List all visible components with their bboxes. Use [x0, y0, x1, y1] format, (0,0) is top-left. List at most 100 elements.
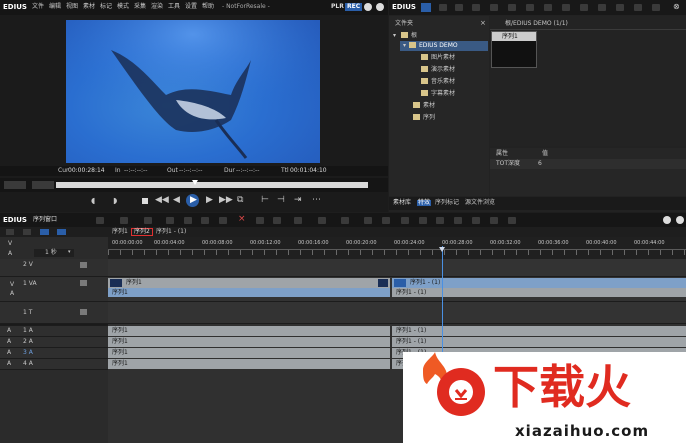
group-icon[interactable] [57, 229, 66, 235]
track-4a[interactable]: A 4 A [0, 359, 108, 370]
stop-icon[interactable] [142, 198, 148, 204]
tab-sequence-1[interactable]: 序列1 [112, 229, 128, 235]
clip-audio-2a-2[interactable]: 序列1 - (1) [392, 337, 686, 347]
mode-icon[interactable] [96, 217, 104, 224]
settings-icon[interactable] [652, 4, 660, 11]
folder-view-icon[interactable] [421, 3, 431, 12]
tab-bin[interactable]: 素材库 [393, 200, 411, 206]
plr-button[interactable]: PLR [331, 4, 344, 10]
track-lane-2v[interactable] [108, 259, 686, 277]
tree-item-demo[interactable]: 演示素材 [431, 67, 455, 73]
menu-settings[interactable]: 设置 [185, 4, 197, 10]
loop-icon[interactable]: ⧉ [237, 196, 243, 205]
track-3a[interactable]: A 3 A [0, 348, 108, 359]
link-icon[interactable] [23, 229, 31, 235]
clip-audio-va[interactable]: 序列1 [108, 288, 390, 297]
layout-icon[interactable] [634, 4, 642, 11]
tab-sequence-2[interactable]: 序列2 [131, 228, 153, 236]
menu-capture[interactable]: 采集 [134, 4, 146, 10]
playhead-marker[interactable] [192, 180, 198, 185]
up-folder-icon[interactable] [439, 4, 447, 11]
clip-audio-3a[interactable]: 序列1 [108, 348, 390, 358]
menu-render[interactable]: 渲染 [151, 4, 163, 10]
tree-item-edius-demo[interactable]: EDIUS DEMO [419, 43, 458, 49]
open-icon[interactable] [120, 217, 128, 224]
overwrite-icon[interactable]: ⊣ [277, 196, 285, 205]
timeline-cursor-head[interactable] [439, 247, 445, 252]
clip-video[interactable]: 序列1 [108, 278, 390, 288]
view-mode-icon[interactable] [472, 4, 480, 11]
close-icon[interactable] [376, 3, 384, 11]
snap-icon[interactable] [6, 229, 14, 235]
position-slider[interactable] [56, 182, 368, 188]
add-clip-icon[interactable] [490, 4, 498, 11]
minimize-icon[interactable] [663, 216, 671, 224]
tree-item-titles[interactable]: 字幕素材 [431, 91, 455, 97]
bin-close-icon[interactable]: ⊗ [673, 3, 680, 11]
batch-icon[interactable] [508, 217, 516, 224]
track-1t[interactable]: 1 T [0, 302, 108, 324]
menu-tools[interactable]: 工具 [168, 4, 180, 10]
delete-icon[interactable] [580, 4, 588, 11]
export-icon[interactable]: ⇥ [294, 196, 302, 205]
track-lane-1t[interactable] [108, 302, 686, 324]
time-ruler[interactable]: 00:00:00:00 00:00:04:00 00:00:08:00 00:0… [108, 237, 686, 259]
audio-icon[interactable] [341, 217, 349, 224]
grid-icon[interactable] [419, 217, 427, 224]
minimize-icon[interactable] [364, 3, 372, 11]
clip-audio-2a[interactable]: 序列1 [108, 337, 390, 347]
layout-icon[interactable] [436, 217, 444, 224]
close-icon[interactable] [676, 216, 684, 224]
save-icon[interactable] [144, 217, 152, 224]
layer-icon[interactable] [472, 217, 480, 224]
menu-view[interactable]: 视图 [66, 4, 78, 10]
clip-audio-1a[interactable]: 序列1 [108, 326, 390, 336]
track-toggle-icon[interactable] [80, 280, 87, 286]
step-back-icon[interactable]: ◀ [173, 196, 180, 205]
menu-mode[interactable]: 模式 [117, 4, 129, 10]
menu-clip[interactable]: 素材 [83, 4, 95, 10]
tab-source-browser[interactable]: 源文件浏览 [465, 200, 495, 206]
tree-item-clips[interactable]: 素材 [423, 103, 435, 109]
tab-seq-markers[interactable]: 序列标记 [435, 200, 459, 206]
track-toggle-icon[interactable] [80, 309, 87, 315]
clip-audio-4a[interactable]: 序列1 [108, 359, 390, 369]
menu-file[interactable]: 文件 [32, 4, 44, 10]
redo-icon[interactable] [294, 217, 302, 224]
tree-item-images[interactable]: 图片素材 [431, 55, 455, 61]
properties-icon[interactable] [598, 4, 606, 11]
rec-button[interactable]: REC [345, 3, 363, 11]
comment-icon[interactable] [616, 4, 624, 11]
clip-audio-1a-2[interactable]: 序列1 - (1) [392, 326, 686, 336]
ripple-icon[interactable] [219, 217, 227, 224]
paste-icon[interactable] [562, 4, 570, 11]
sync-icon[interactable] [40, 229, 49, 235]
new-sequence-icon[interactable] [508, 4, 516, 11]
menu-help[interactable]: 帮助 [202, 4, 214, 10]
track-toggle-icon[interactable] [80, 262, 87, 268]
copy-icon[interactable] [184, 217, 192, 224]
tree-item-music[interactable]: 音乐素材 [431, 79, 455, 85]
folder-close-icon[interactable]: × [480, 20, 486, 27]
more-icon[interactable]: ⋯ [312, 196, 321, 205]
step-forward-icon[interactable]: ▶ [206, 196, 213, 205]
clip-audio-va-2[interactable]: 序列1 - (1) [392, 288, 686, 297]
tree-item-sequences[interactable]: 序列 [423, 115, 435, 121]
copy-icon[interactable] [544, 4, 552, 11]
chevron-down-icon[interactable]: ▾ [403, 43, 406, 49]
render-icon[interactable] [401, 217, 409, 224]
undo-icon[interactable] [273, 217, 281, 224]
fast-forward-icon[interactable]: ▶▶ [219, 196, 233, 205]
cut-icon[interactable] [166, 217, 174, 224]
shuttle-left[interactable] [4, 181, 26, 189]
insert-icon[interactable]: ⊢ [261, 196, 269, 205]
split-icon[interactable] [382, 217, 390, 224]
track-2a[interactable]: A 2 A [0, 337, 108, 348]
tab-sequence-3[interactable]: 序列1 - (1) [156, 229, 186, 235]
marker-icon[interactable] [318, 217, 326, 224]
track-1va[interactable]: V 1 VA A [0, 277, 108, 302]
set-out-icon[interactable]: ◗ [113, 197, 117, 205]
tab-effects[interactable]: 特效 [417, 200, 432, 206]
chevron-down-icon[interactable]: ▾ [68, 250, 71, 255]
delete-icon[interactable]: × [238, 215, 246, 224]
